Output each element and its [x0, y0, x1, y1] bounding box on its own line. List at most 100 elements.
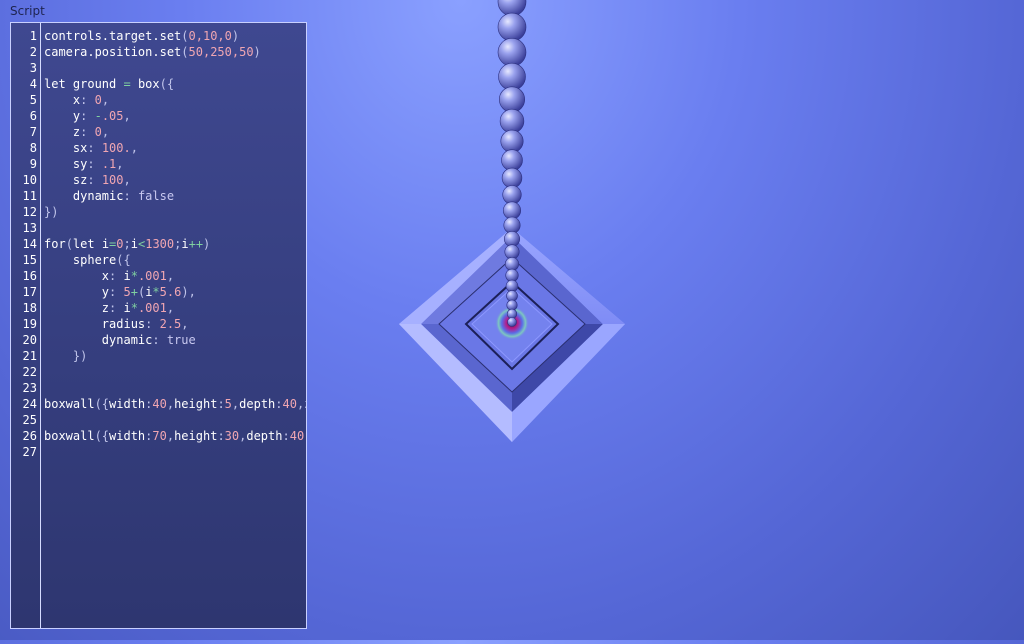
- code-token: i: [181, 237, 189, 251]
- code-line[interactable]: 23: [11, 380, 306, 396]
- sphere: [501, 167, 523, 189]
- code-line[interactable]: 16 x: i*.001,: [11, 268, 306, 284]
- code-line[interactable]: 27: [11, 444, 306, 460]
- code-line[interactable]: 10 sz: 100,: [11, 172, 306, 188]
- code-token: ++: [188, 237, 204, 251]
- code-line[interactable]: 7 z: 0,: [11, 124, 306, 140]
- line-code[interactable]: sy: .1,: [44, 156, 124, 172]
- code-line[interactable]: 8 sx: 100.,: [11, 140, 306, 156]
- sphere: [497, 37, 527, 67]
- code-token: :: [80, 109, 95, 123]
- code-token: box: [130, 77, 160, 91]
- code-line[interactable]: 5 x: 0,: [11, 92, 306, 108]
- code-line[interactable]: 12}): [11, 204, 306, 220]
- code-token: =: [123, 77, 131, 91]
- code-token: 30: [224, 429, 240, 443]
- line-number: 26: [22, 429, 37, 443]
- code-token: *: [152, 285, 160, 299]
- code-line[interactable]: 6 y: -.05,: [11, 108, 306, 124]
- code-token: width: [109, 397, 146, 411]
- code-token: ,: [116, 157, 124, 171]
- code-token: .05: [101, 109, 124, 123]
- code-token: :: [80, 93, 95, 107]
- code-token: ,: [123, 109, 131, 123]
- code-token: 40: [152, 397, 167, 411]
- code-token: 40: [282, 397, 297, 411]
- code-token: width: [109, 429, 146, 443]
- code-line[interactable]: 18 z: i*.001,: [11, 300, 306, 316]
- code-line[interactable]: 2 camera.position.set(50,250,50): [11, 44, 306, 60]
- code-token: 2.5: [159, 317, 182, 331]
- code-token: }): [44, 205, 59, 219]
- line-code[interactable]: radius: 2.5,: [44, 316, 189, 332]
- code-line[interactable]: 17 y: 5+(i*5.6),: [11, 284, 306, 300]
- code-token: :: [109, 285, 124, 299]
- code-token: z: [44, 125, 81, 139]
- line-code[interactable]: }): [44, 348, 87, 364]
- code-token: 0,10,0: [188, 29, 232, 43]
- line-code[interactable]: }): [44, 204, 58, 220]
- code-line[interactable]: 24boxwall({width:40,height:5,depth:40,z: [11, 396, 306, 412]
- line-code[interactable]: x: 0,: [44, 92, 109, 108]
- code-token: i: [130, 237, 138, 251]
- code-line[interactable]: 4 let ground = box({: [11, 76, 306, 92]
- code-line[interactable]: 14 for(let i=0;i<1300;i++): [11, 236, 306, 252]
- code-token: ): [231, 29, 240, 43]
- line-code[interactable]: for(let i=0;i<1300;i++): [44, 236, 210, 252]
- code-token: for: [44, 237, 66, 251]
- line-code[interactable]: boxwall({width:40,height:5,depth:40,z: [44, 396, 306, 412]
- line-number: 23: [22, 381, 37, 395]
- code-token: ,: [166, 269, 175, 283]
- line-number: 9: [29, 157, 37, 171]
- code-token: .001: [137, 269, 167, 283]
- line-code[interactable]: dynamic: false: [44, 188, 174, 204]
- code-line[interactable]: 13: [11, 220, 306, 236]
- line-code[interactable]: y: 5+(i*5.6),: [44, 284, 196, 300]
- code-line[interactable]: 20 dynamic: true: [11, 332, 306, 348]
- code-line[interactable]: 25: [11, 412, 306, 428]
- sphere: [501, 149, 523, 171]
- code-token: ({: [159, 77, 175, 91]
- code-token: 70: [152, 429, 167, 443]
- line-number: 8: [29, 141, 37, 155]
- line-code[interactable]: controls.target.set(0,10,0): [44, 28, 239, 44]
- line-number: 17: [22, 285, 37, 299]
- code-token: true: [166, 333, 196, 347]
- code-editor[interactable]: 1 controls.target.set(0,10,0) 2 camera.posi…: [10, 22, 307, 629]
- sphere: [502, 201, 521, 220]
- code-token: z: [44, 301, 110, 315]
- code-line[interactable]: 15 sphere({: [11, 252, 306, 268]
- code-line[interactable]: 19 radius: 2.5,: [11, 316, 306, 332]
- scene-render[interactable]: [310, 0, 1024, 640]
- line-code[interactable]: let ground = box({: [44, 76, 174, 92]
- line-number: 7: [29, 125, 37, 139]
- code-line[interactable]: 22: [11, 364, 306, 380]
- line-code[interactable]: boxwall({width:70,height:30,depth:40: [44, 428, 304, 444]
- code-line[interactable]: 21 }): [11, 348, 306, 364]
- code-token: ): [253, 45, 261, 59]
- code-token: 100: [101, 173, 124, 187]
- line-code[interactable]: dynamic: true: [44, 332, 196, 348]
- code-line[interactable]: 9 sy: .1,: [11, 156, 306, 172]
- code-line[interactable]: 26 boxwall({width:70,height:30,depth:40: [11, 428, 306, 444]
- line-number: 5: [29, 93, 37, 107]
- 3d-viewport[interactable]: [310, 0, 1024, 640]
- code-token: 50,250,50: [188, 45, 254, 59]
- sphere: [498, 62, 526, 91]
- line-code[interactable]: z: 0,: [44, 124, 109, 140]
- line-code[interactable]: sx: 100.,: [44, 140, 138, 156]
- code-line[interactable]: 11 dynamic: false: [11, 188, 306, 204]
- code-line[interactable]: 1 controls.target.set(0,10,0): [11, 28, 306, 44]
- code-token: ),: [181, 285, 196, 299]
- line-code[interactable]: sphere({: [44, 252, 131, 268]
- line-code[interactable]: y: -.05,: [44, 108, 131, 124]
- line-code[interactable]: sz: 100,: [44, 172, 131, 188]
- code-line[interactable]: 3: [11, 60, 306, 76]
- code-token: 5: [123, 285, 131, 299]
- line-number: 3: [29, 61, 37, 75]
- code-token: sy: [44, 157, 88, 171]
- line-code[interactable]: z: i*.001,: [44, 300, 174, 316]
- sphere: [507, 317, 517, 327]
- line-code[interactable]: x: i*.001,: [44, 268, 174, 284]
- line-code[interactable]: camera.position.set(50,250,50): [44, 44, 261, 60]
